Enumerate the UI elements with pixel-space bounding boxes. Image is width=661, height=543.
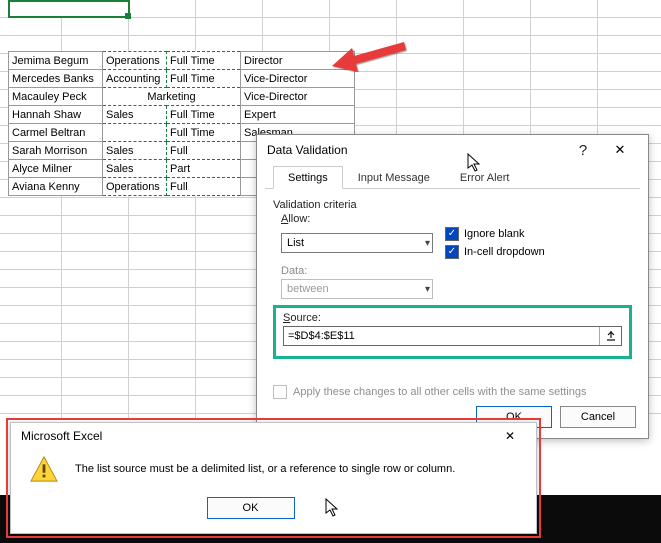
cell[interactable]: Vice-Director [241,70,355,88]
data-label: Data: [281,265,632,277]
table-row: Mercedes Banks Accounting Full Time Vice… [9,70,355,88]
close-button[interactable]: ✕ [490,423,530,449]
source-input[interactable]: =$D$4:$E$11 [283,326,622,346]
cell[interactable]: Vice-Director [241,88,355,106]
active-cell[interactable] [8,0,130,18]
ignore-blank-checkbox[interactable]: ✓ Ignore blank [445,227,545,241]
cell[interactable]: Full Time [167,124,241,142]
cell[interactable]: Part [167,160,241,178]
table-row: Jemima Begum Operations Full Time Direct… [9,52,355,70]
source-label: Source: [283,312,622,324]
error-messagebox: Microsoft Excel ✕ The list source must b… [10,422,537,534]
cell[interactable]: Full [167,178,241,196]
chevron-down-icon: ▾ [425,284,430,295]
tab-error-alert[interactable]: Error Alert [445,166,525,189]
cell[interactable]: Carmel Beltran [9,124,103,142]
cell[interactable]: Alyce Milner [9,160,103,178]
help-button[interactable]: ? [568,142,598,159]
tab-settings[interactable]: Settings [273,166,343,189]
incell-dropdown-checkbox[interactable]: ✓ In-cell dropdown [445,245,545,259]
cell[interactable]: Accounting [103,70,167,88]
cursor-icon [325,498,341,518]
cell-merged[interactable]: Marketing [103,88,241,106]
cell[interactable]: Full [167,142,241,160]
data-validation-dialog: Data Validation ? ✕ Settings Input Messa… [256,134,649,439]
chevron-down-icon: ▾ [425,238,430,249]
tab-input-message[interactable]: Input Message [343,166,445,189]
cell[interactable]: Mercedes Banks [9,70,103,88]
cell[interactable]: Full Time [167,106,241,124]
source-highlight: Source: =$D$4:$E$11 [273,305,632,359]
cell[interactable]: Director [241,52,355,70]
cell[interactable]: Operations [103,52,167,70]
cell[interactable]: Full Time [167,52,241,70]
cell[interactable]: Sarah Morrison [9,142,103,160]
cell[interactable]: Jemima Begum [9,52,103,70]
cell[interactable]: Macauley Peck [9,88,103,106]
data-value: between [287,283,329,295]
cell[interactable]: Aviana Kenny [9,178,103,196]
allow-label: Allow: [281,213,632,225]
ok-button[interactable]: OK [207,497,295,519]
cell[interactable]: Sales [103,160,167,178]
allow-value: List [287,237,304,249]
range-picker-icon[interactable] [599,327,621,345]
cell[interactable]: Operations [103,178,167,196]
warning-icon [29,455,59,483]
cell[interactable]: Expert [241,106,355,124]
msgbox-text: The list source must be a delimited list… [75,463,455,475]
source-value: =$D$4:$E$11 [284,330,599,342]
cell[interactable] [103,124,167,142]
cell[interactable]: Full Time [167,70,241,88]
dialog-title: Data Validation [267,143,348,157]
cell[interactable]: Sales [103,142,167,160]
data-combo: between ▾ [281,279,433,299]
table-row: Macauley Peck Marketing Vice-Director [9,88,355,106]
cancel-button[interactable]: Cancel [560,406,636,428]
apply-all-checkbox: Apply these changes to all other cells w… [273,385,632,399]
allow-combo[interactable]: List ▾ [281,233,433,253]
table-row: Hannah Shaw Sales Full Time Expert [9,106,355,124]
cell[interactable]: Hannah Shaw [9,106,103,124]
msgbox-title: Microsoft Excel [21,429,102,443]
criteria-label: Validation criteria [273,199,632,211]
close-button[interactable]: ✕ [598,135,642,165]
cell[interactable]: Sales [103,106,167,124]
